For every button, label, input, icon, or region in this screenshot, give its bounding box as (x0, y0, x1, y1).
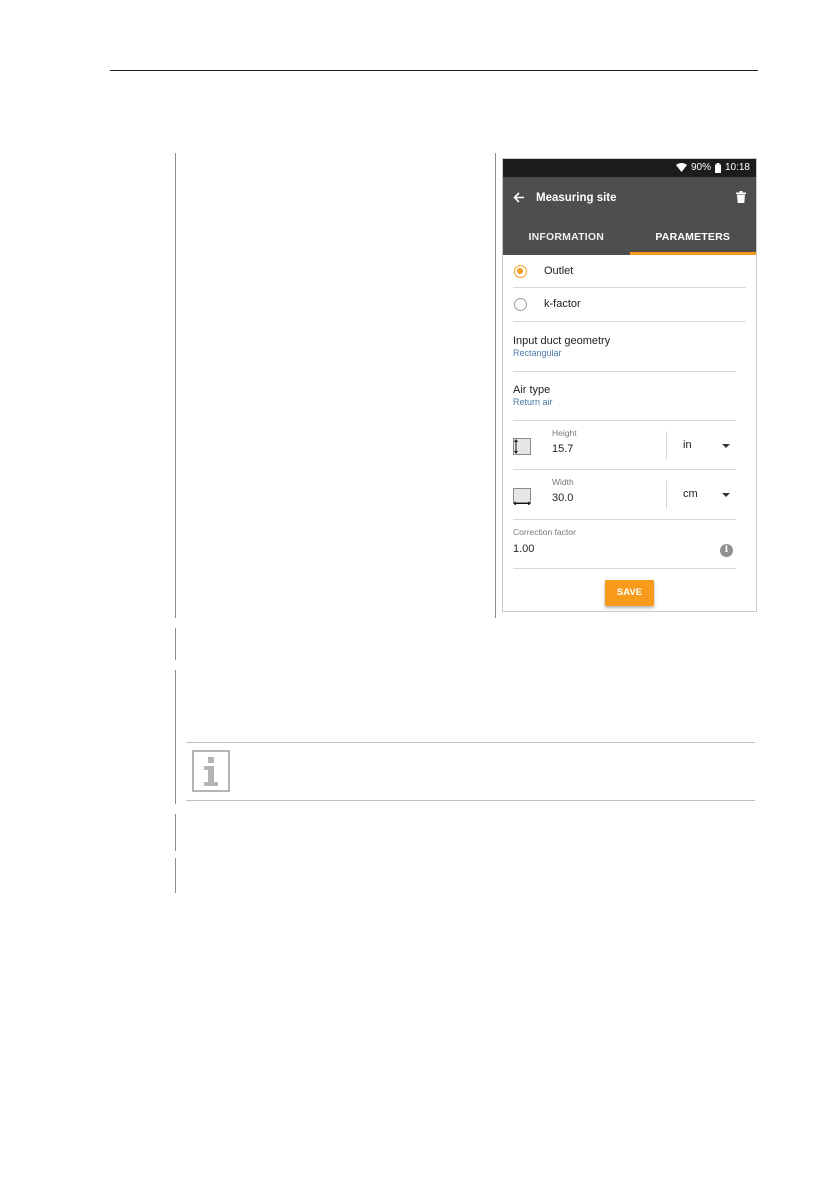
radio-option-outlet[interactable]: Outlet (513, 255, 746, 288)
divider (513, 519, 736, 520)
tab-information[interactable]: INFORMATION (503, 222, 630, 255)
step-bar-5 (175, 858, 176, 893)
radio-k-factor[interactable] (514, 298, 527, 311)
width-label: Width (552, 477, 574, 487)
width-unit-dropdown-icon[interactable] (722, 493, 730, 497)
note-bottom-rule (186, 800, 755, 801)
note-top-rule (186, 742, 755, 743)
phone-screenshot: 90% 10:18 Measuring site INFORMATION PAR… (502, 158, 757, 612)
height-unit-select[interactable]: in (683, 439, 692, 451)
back-arrow-icon[interactable] (513, 192, 525, 203)
width-dimension-icon (513, 488, 531, 505)
radio-option-k-factor[interactable]: k-factor (513, 288, 746, 321)
tab-parameters[interactable]: PARAMETERS (629, 222, 756, 255)
air-type-value: Return air (513, 397, 553, 407)
radio-outlet-label: Outlet (544, 265, 574, 277)
duct-geometry-value: Rectangular (513, 348, 562, 358)
info-note-icon (192, 750, 230, 792)
correction-factor-input[interactable]: 1.00 (513, 543, 534, 555)
air-type-item[interactable]: Air type Return air (513, 384, 746, 418)
trash-icon[interactable] (736, 191, 746, 203)
height-label: Height (552, 428, 577, 438)
divider (513, 469, 736, 470)
battery-icon (714, 162, 721, 173)
screenshot-divider (495, 153, 496, 618)
step-bar-3 (175, 670, 176, 804)
height-input[interactable]: 15.7 (552, 443, 573, 455)
info-icon[interactable]: i (720, 544, 733, 557)
divider (513, 568, 736, 569)
correction-factor-label: Correction factor (513, 527, 576, 537)
width-unit-select[interactable]: cm (683, 488, 698, 500)
width-unit-separator (666, 481, 667, 509)
duct-geometry-title: Input duct geometry (513, 335, 611, 347)
width-input[interactable]: 30.0 (552, 492, 573, 504)
duct-geometry-item[interactable]: Input duct geometry Rectangular (513, 335, 746, 369)
step-bar-4 (175, 814, 176, 851)
air-type-title: Air type (513, 384, 551, 396)
clock: 10:18 (724, 162, 750, 173)
tab-bar: INFORMATION PARAMETERS (503, 222, 756, 255)
step-bar-2 (175, 628, 176, 660)
page-header-rule (110, 70, 758, 71)
radio-k-factor-label: k-factor (544, 298, 581, 310)
battery-percent: 90% (690, 162, 711, 173)
app-title: Measuring site (536, 192, 617, 204)
save-button[interactable]: SAVE (605, 580, 654, 606)
status-bar: 90% 10:18 (503, 159, 756, 177)
height-unit-separator (666, 431, 667, 459)
divider (513, 371, 736, 372)
wifi-icon (675, 163, 687, 172)
app-bar: Measuring site INFORMATION PARAMETERS (503, 177, 756, 255)
divider (513, 321, 746, 322)
step-bar-1 (175, 153, 176, 618)
height-unit-dropdown-icon[interactable] (722, 444, 730, 448)
divider (513, 420, 736, 421)
radio-outlet[interactable] (514, 265, 527, 278)
height-dimension-icon (513, 438, 531, 455)
